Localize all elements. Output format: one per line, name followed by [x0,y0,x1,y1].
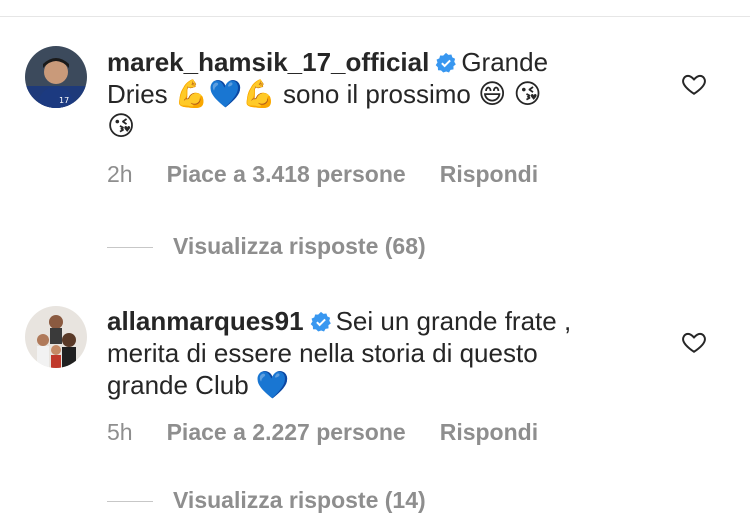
svg-text:17: 17 [59,96,69,105]
flexed-biceps-icon: 💪 [174,79,209,110]
view-replies-label: Visualizza risposte (68) [173,233,426,259]
reply-button[interactable]: Rispondi [440,419,538,446]
comment-time: 5h [107,419,133,445]
avatar[interactable]: 17 [25,46,87,108]
comment-meta: 5h Piace a 2.227 persone Rispondi [107,419,538,446]
flexed-biceps-icon: 💪 [242,79,276,110]
like-heart-icon[interactable] [681,329,707,355]
face-blowing-kiss-icon: 😘 [513,79,542,110]
avatar[interactable] [25,306,87,368]
verified-badge-icon [310,311,331,332]
username[interactable]: allanmarques91 [107,306,304,336]
comment-body-line1: Sei un grande frate , [335,306,572,336]
comment-meta: 2h Piace a 3.418 persone Rispondi [107,161,538,188]
view-replies-divider [107,247,153,249]
blue-heart-icon: 💙 [255,370,290,401]
comment-body-line1: Grande [461,47,549,77]
verified-badge-icon [436,52,457,73]
face-blowing-kiss-icon: 😘 [107,111,136,142]
blue-heart-icon: 💙 [208,79,243,110]
comment-text: marek_hamsik_17_official Grande Dries 💪💙💪… [107,46,627,142]
view-replies-label: Visualizza risposte (14) [173,487,426,513]
comment-body-line3: grande Club [107,370,249,400]
view-replies-button[interactable]: Visualizza risposte (68) [107,233,426,260]
grinning-face-icon: 😄 [478,79,507,110]
comment-text: allanmarques91 Sei un grande frate , meri… [107,305,627,401]
top-divider [0,16,750,17]
comment-body-line2: merita di essere nella storia di questo [107,338,538,368]
reply-button[interactable]: Rispondi [440,161,538,188]
username[interactable]: marek_hamsik_17_official [107,47,429,77]
like-heart-icon[interactable] [681,71,707,97]
comment-body-line2a: Dries [107,79,168,109]
comment-body-line2b: sono il prossimo [283,79,471,109]
comment-time: 2h [107,161,133,187]
view-replies-divider [107,501,153,503]
likes-count[interactable]: Piace a 3.418 persone [167,161,406,188]
likes-count[interactable]: Piace a 2.227 persone [167,419,406,446]
